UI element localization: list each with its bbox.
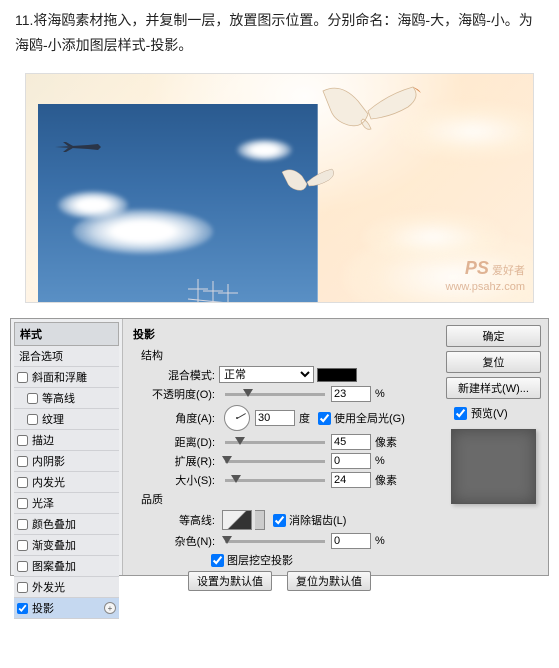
style-checkbox[interactable] bbox=[17, 561, 28, 572]
style-label: 内发光 bbox=[32, 474, 65, 490]
airplane bbox=[53, 139, 103, 149]
style-row[interactable]: 描边 bbox=[14, 430, 119, 451]
settings-panel: 投影 结构 混合模式: 正常 不透明度(O): % 角度(A): 度 使用全局光… bbox=[123, 319, 440, 575]
opacity-label: 不透明度(O): bbox=[145, 386, 215, 402]
style-checkbox[interactable] bbox=[17, 456, 28, 467]
style-row[interactable]: 投影 + bbox=[14, 598, 119, 619]
style-label: 投影 bbox=[32, 600, 54, 616]
preview-swatch bbox=[451, 429, 536, 504]
watermark: PS 爱好者 www.psahz.com bbox=[446, 257, 525, 295]
style-row[interactable]: 等高线 bbox=[14, 388, 119, 409]
dialog-buttons: 确定 复位 新建样式(W)... 预览(V) bbox=[440, 319, 548, 575]
blend-mode-select[interactable]: 正常 bbox=[219, 366, 314, 383]
knockout-check[interactable] bbox=[211, 554, 224, 567]
style-checkbox[interactable] bbox=[17, 582, 28, 593]
seagull-large bbox=[313, 79, 428, 144]
style-checkbox[interactable] bbox=[27, 414, 38, 425]
reset-default-button[interactable]: 复位为默认值 bbox=[287, 571, 371, 591]
quality-label: 品质 bbox=[141, 491, 430, 507]
style-checkbox[interactable] bbox=[17, 435, 28, 446]
watermark-logo: PS bbox=[465, 258, 489, 278]
panel-title: 投影 bbox=[133, 324, 430, 344]
blend-mode-label: 混合模式: bbox=[145, 367, 215, 383]
seagull-small bbox=[277, 164, 342, 202]
style-label: 颜色叠加 bbox=[32, 516, 76, 532]
info-icon[interactable]: + bbox=[104, 602, 116, 614]
size-label: 大小(S): bbox=[145, 472, 215, 488]
preview-check[interactable] bbox=[454, 407, 467, 420]
style-label: 描边 bbox=[32, 432, 54, 448]
style-checkbox[interactable] bbox=[17, 540, 28, 551]
ship-mast bbox=[183, 279, 243, 303]
style-label: 渐变叠加 bbox=[32, 537, 76, 553]
step-instruction: 11.将海鸥素材拖入，并复制一层，放置图示位置。分别命名：海鸥-大，海鸥-小。为… bbox=[0, 0, 559, 73]
ok-button[interactable]: 确定 bbox=[446, 325, 541, 347]
structure-label: 结构 bbox=[141, 347, 430, 363]
styles-header: 样式 bbox=[14, 322, 119, 346]
spread-slider[interactable] bbox=[225, 460, 325, 463]
style-label: 外发光 bbox=[32, 579, 65, 595]
style-label: 内阴影 bbox=[32, 453, 65, 469]
angle-dial[interactable] bbox=[224, 405, 250, 431]
shadow-color[interactable] bbox=[317, 368, 357, 382]
noise-input[interactable] bbox=[331, 533, 371, 549]
distance-label: 距离(D): bbox=[145, 434, 215, 450]
styles-list: 样式 混合选项 斜面和浮雕等高线纹理描边内阴影内发光光泽颜色叠加渐变叠加图案叠加… bbox=[11, 319, 123, 575]
style-label: 斜面和浮雕 bbox=[32, 369, 87, 385]
style-row[interactable]: 内阴影 bbox=[14, 451, 119, 472]
style-label: 光泽 bbox=[32, 495, 54, 511]
opacity-input[interactable] bbox=[331, 386, 371, 402]
style-checkbox[interactable] bbox=[17, 498, 28, 509]
contour-label: 等高线: bbox=[145, 512, 215, 528]
style-checkbox[interactable] bbox=[17, 519, 28, 530]
style-label: 图案叠加 bbox=[32, 558, 76, 574]
distance-input[interactable] bbox=[331, 434, 371, 450]
style-label: 纹理 bbox=[42, 411, 64, 427]
canvas-preview: PS 爱好者 www.psahz.com bbox=[25, 73, 534, 303]
style-row[interactable]: 外发光 bbox=[14, 577, 119, 598]
cancel-button[interactable]: 复位 bbox=[446, 351, 541, 373]
style-row[interactable]: 颜色叠加 bbox=[14, 514, 119, 535]
size-input[interactable] bbox=[331, 472, 371, 488]
style-checkbox[interactable] bbox=[17, 477, 28, 488]
angle-input[interactable] bbox=[255, 410, 295, 426]
layer-style-dialog: 样式 混合选项 斜面和浮雕等高线纹理描边内阴影内发光光泽颜色叠加渐变叠加图案叠加… bbox=[10, 318, 549, 576]
style-checkbox[interactable] bbox=[17, 603, 28, 614]
spread-input[interactable] bbox=[331, 453, 371, 469]
contour-picker[interactable] bbox=[222, 510, 252, 530]
global-light-check[interactable] bbox=[318, 412, 331, 425]
set-default-button[interactable]: 设置为默认值 bbox=[188, 571, 272, 591]
noise-label: 杂色(N): bbox=[145, 533, 215, 549]
style-row[interactable]: 渐变叠加 bbox=[14, 535, 119, 556]
new-style-button[interactable]: 新建样式(W)... bbox=[446, 377, 541, 399]
opacity-slider[interactable] bbox=[225, 393, 325, 396]
distance-slider[interactable] bbox=[225, 441, 325, 444]
angle-label: 角度(A): bbox=[145, 410, 215, 426]
noise-slider[interactable] bbox=[225, 540, 325, 543]
style-row[interactable]: 纹理 bbox=[14, 409, 119, 430]
style-row[interactable]: 斜面和浮雕 bbox=[14, 367, 119, 388]
style-label: 等高线 bbox=[42, 390, 75, 406]
antialias-check[interactable] bbox=[273, 514, 286, 527]
blend-options-row[interactable]: 混合选项 bbox=[14, 346, 119, 367]
watermark-url: www.psahz.com bbox=[446, 281, 525, 293]
size-slider[interactable] bbox=[225, 479, 325, 482]
watermark-text: 爱好者 bbox=[492, 265, 525, 277]
blue-sky-layer bbox=[38, 104, 318, 303]
style-row[interactable]: 内发光 bbox=[14, 472, 119, 493]
style-row[interactable]: 图案叠加 bbox=[14, 556, 119, 577]
style-checkbox[interactable] bbox=[27, 393, 38, 404]
contour-dropdown[interactable] bbox=[255, 510, 265, 530]
style-checkbox[interactable] bbox=[17, 372, 28, 383]
style-row[interactable]: 光泽 bbox=[14, 493, 119, 514]
spread-label: 扩展(R): bbox=[145, 453, 215, 469]
